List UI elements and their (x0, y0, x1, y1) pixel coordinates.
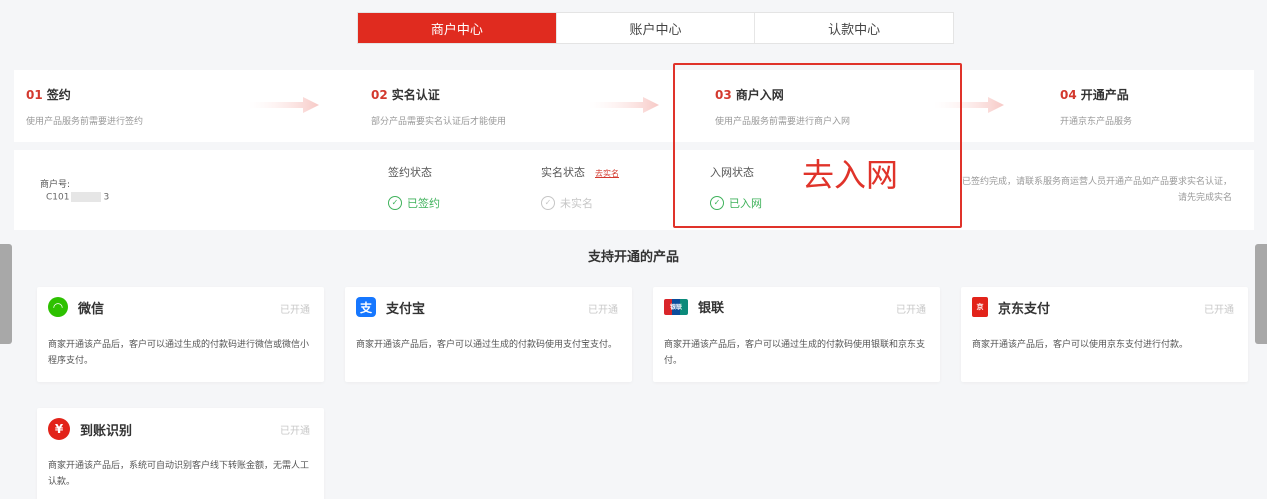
yen-icon: ¥ (48, 418, 70, 440)
step-desc: 使用产品服务前需要进行签约 (26, 117, 144, 127)
product-desc: 商家开通该产品后，客户可以通过生成的付款码使用支付宝支付。 (356, 340, 618, 350)
step-number: 01 (26, 88, 43, 102)
step-arrow-icon (249, 97, 319, 113)
tab-account-center[interactable]: 账户中心 (557, 13, 756, 43)
jdpay-icon: 京 (972, 297, 988, 317)
merchant-id-label: 商户号: (40, 180, 71, 190)
product-desc: 商家开通该产品后，系统可自动识别客户线下转账金额，无需人工认款。 (48, 461, 310, 487)
sign-status: 签约状态 ✓ 已签约 (388, 164, 440, 211)
step-arrow-icon (589, 97, 659, 113)
alipay-icon: 支 (356, 297, 376, 317)
check-circle-icon: ✓ (541, 196, 555, 210)
unionpay-icon: 银联 (664, 298, 688, 315)
tab-payment-claim-center[interactable]: 认款中心 (755, 13, 953, 43)
masked-region (71, 192, 102, 202)
highlight-box (673, 63, 962, 228)
product-card-alipay[interactable]: 支 支付宝 已开通 商家开通该产品后，客户可以通过生成的付款码使用支付宝支付。 (345, 287, 632, 382)
product-name: 京东支付 (998, 301, 1051, 317)
product-name: 银联 (698, 301, 725, 316)
product-status-badge: 已开通 (1204, 305, 1234, 316)
top-tabs: 商户中心 账户中心 认款中心 (357, 12, 954, 44)
check-circle-icon: ✓ (388, 196, 402, 210)
wechat-icon: ◠ (48, 297, 68, 317)
step-desc: 部分产品需要实名认证后才能使用 (371, 117, 507, 127)
product-desc: 商家开通该产品后，客户可以通过生成的付款码进行微信或微信小程序支付。 (48, 340, 310, 366)
product-name: 微信 (78, 301, 105, 317)
sign-status-value: ✓ 已签约 (388, 195, 440, 211)
merchant-id-prefix: C101 (46, 192, 70, 203)
step-title: 签约 (46, 88, 71, 102)
merchant-id-value: C101 3 (46, 192, 109, 203)
product-status-badge: 已开通 (588, 305, 618, 316)
product-card-unionpay[interactable]: 银联 银联 已开通 商家开通该产品后，客户可以通过生成的付款码使用银联和京东支付… (653, 287, 940, 382)
product-card-wechat[interactable]: ◠ 微信 已开通 商家开通该产品后，客户可以通过生成的付款码进行微信或微信小程序… (37, 287, 324, 382)
sign-status-label: 签约状态 (388, 166, 432, 179)
realname-status-text: 未实名 (560, 197, 593, 210)
realname-status-label: 实名状态 (541, 166, 585, 179)
product-desc: 商家开通该产品后，客户可以使用京东支付进行付款。 (972, 340, 1189, 350)
tab-merchant-center[interactable]: 商户中心 (358, 13, 557, 43)
step-number: 04 (1060, 88, 1077, 102)
product-status-badge: 已开通 (280, 305, 310, 316)
realname-status-value: ✓ 未实名 (541, 195, 619, 211)
product-card-jdpay[interactable]: 京 京东支付 已开通 商家开通该产品后，客户可以使用京东支付进行付款。 (961, 287, 1248, 382)
sign-status-text: 已签约 (407, 197, 440, 210)
annotation-text: 去入网 (802, 156, 899, 194)
onboarding-steps: 01 签约 使用产品服务前需要进行签约 02 实名认证 部分产品需要实名认证后才能使… (14, 70, 1254, 142)
product-status-badge: 已开通 (280, 426, 310, 437)
products-section-title: 支持开通的产品 (587, 250, 679, 265)
step-title: 实名认证 (391, 88, 440, 102)
step-number: 02 (371, 88, 388, 102)
step-title: 开通产品 (1080, 88, 1129, 102)
step-desc: 开通京东产品服务 (1060, 117, 1133, 127)
merchant-id-suffix: 3 (103, 192, 110, 203)
status-panel: 商户号: C101 3 签约状态 ✓ 已签约 实名状态 去实名 ✓ 未实名 入网状态 ✓… (14, 150, 1254, 230)
go-realname-link[interactable]: 去实名 (595, 169, 619, 178)
product-desc: 商家开通该产品后，客户可以通过生成的付款码使用银联和京东支付。 (664, 340, 926, 366)
product-name: 到账识别 (80, 423, 133, 439)
product-status-badge: 已开通 (896, 305, 926, 316)
status-hint: 已签约完成，请联系服务商运营人员开通产品如产品要求实名认证，请先完成实名 (962, 177, 1233, 203)
product-card-payment-recognition[interactable]: ¥ 到账识别 已开通 商家开通该产品后，系统可自动识别客户线下转账金额，无需人工… (37, 408, 324, 499)
realname-status: 实名状态 去实名 ✓ 未实名 (541, 164, 619, 211)
product-name: 支付宝 (386, 301, 426, 317)
